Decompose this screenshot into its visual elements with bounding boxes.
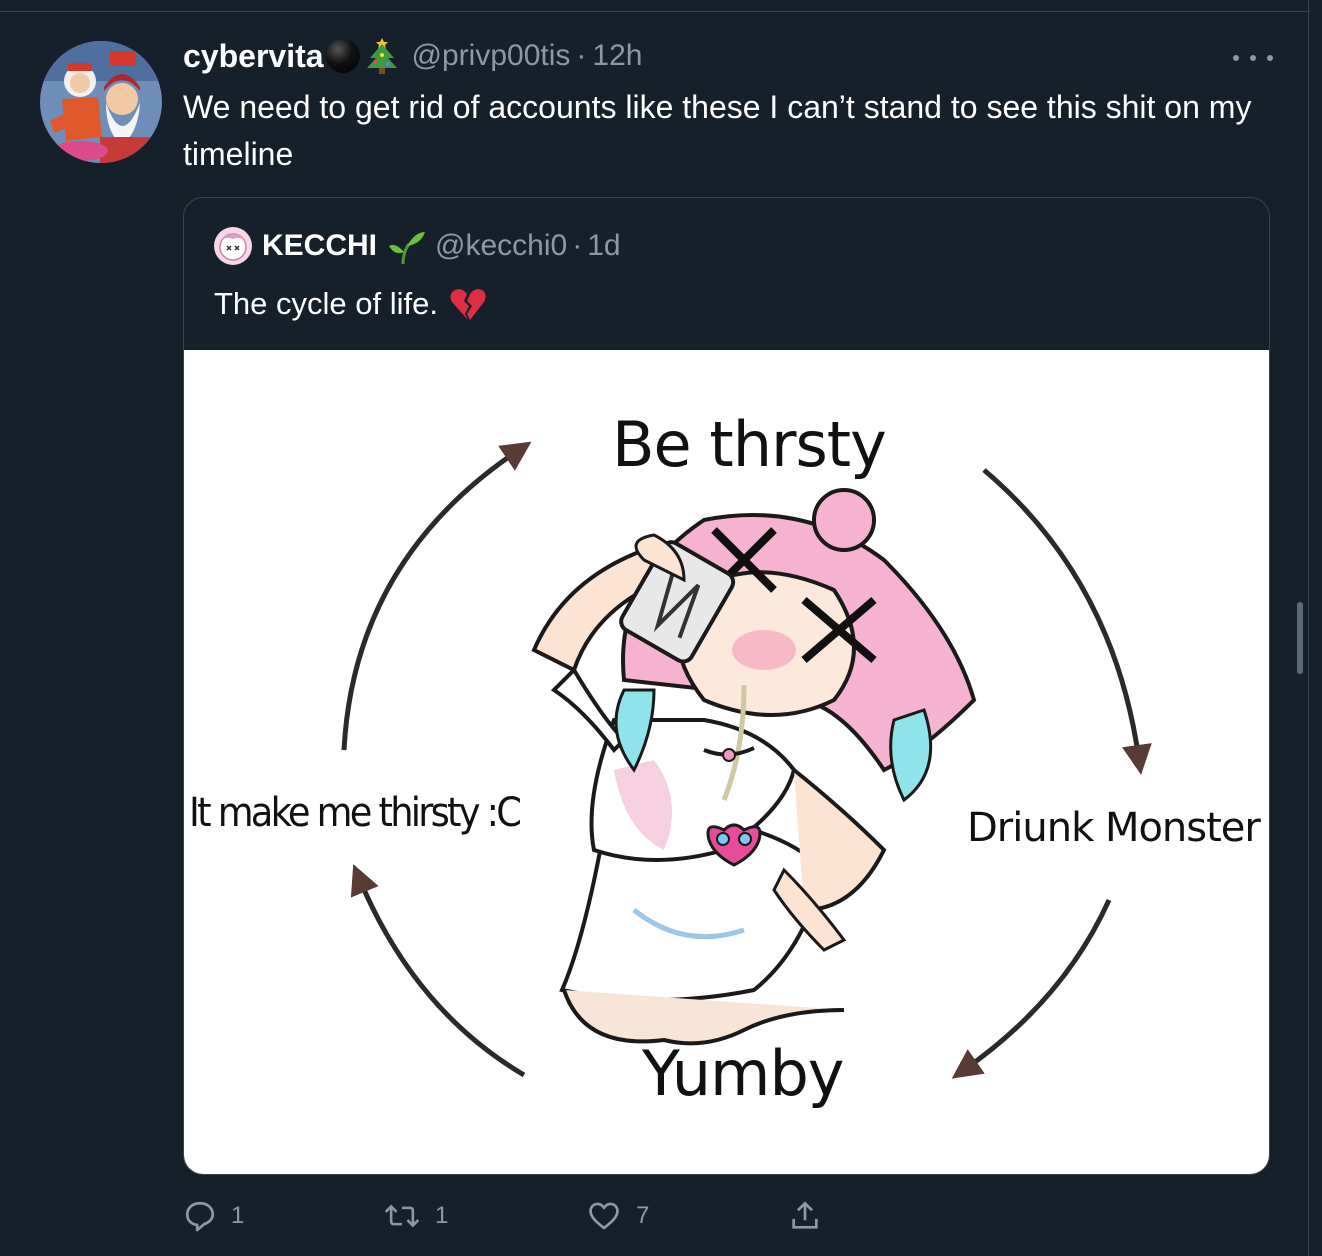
character-illustration [531, 488, 977, 1046]
cycle-label-left: It make me thirsty :C [189, 790, 522, 836]
quoted-header: KECCHI @kecchi0 · 1d [214, 226, 621, 266]
reply-button[interactable]: 1 [183, 1196, 244, 1236]
retweet-icon [384, 1204, 420, 1228]
quoted-text-row: The cycle of life. [214, 284, 488, 324]
cycle-label-right: Driunk Monster [967, 805, 1261, 851]
action-bar: 1 1 7 [183, 1196, 843, 1236]
separator: · [572, 229, 583, 262]
black-circle-emoji [325, 39, 360, 73]
heart-icon [589, 1202, 619, 1230]
more-options-icon[interactable] [1233, 50, 1273, 66]
tweet-header: cybervita @privp00tis · 12h [183, 34, 642, 78]
divider [0, 11, 1310, 12]
retweet-button[interactable]: 1 [383, 1196, 448, 1236]
separator: · [576, 39, 587, 72]
avatar[interactable] [40, 41, 162, 163]
quoted-avatar [214, 227, 252, 265]
like-button[interactable]: 7 [586, 1196, 649, 1236]
quoted-media-image[interactable]: Be thrsty Driunk Monster Yumby It make m… [184, 350, 1269, 1174]
quoted-display-name[interactable]: KECCHI [262, 229, 377, 263]
display-name[interactable]: cybervita [183, 38, 324, 75]
share-icon [792, 1201, 818, 1229]
scrollbar-thumb[interactable] [1297, 602, 1303, 674]
tweet-view: cybervita @privp00tis · 12h We need to g… [0, 0, 1322, 1256]
broken-heart-emoji [450, 289, 486, 320]
share-button[interactable] [788, 1196, 836, 1236]
quoted-tweet[interactable]: KECCHI @kecchi0 · 1d The cycle of life. [183, 197, 1270, 1175]
reply-icon [185, 1201, 215, 1232]
column-border [1308, 0, 1309, 1256]
seedling-emoji [389, 232, 426, 265]
retweet-count: 1 [435, 1202, 449, 1229]
christmas-tree-emoji [366, 38, 397, 74]
quoted-text: The cycle of life. [214, 286, 438, 321]
tweet-text: We need to get rid of accounts like thes… [183, 89, 1252, 172]
cycle-label-bottom: Yumby [642, 1037, 844, 1110]
like-count: 7 [636, 1202, 650, 1229]
quoted-timestamp[interactable]: 1d [587, 229, 620, 263]
quoted-handle[interactable]: @kecchi0 [435, 229, 567, 263]
reply-count: 1 [231, 1202, 245, 1229]
cycle-label-top: Be thrsty [612, 408, 887, 481]
timestamp[interactable]: 12h [592, 39, 642, 73]
handle[interactable]: @privp00tis [412, 39, 571, 73]
